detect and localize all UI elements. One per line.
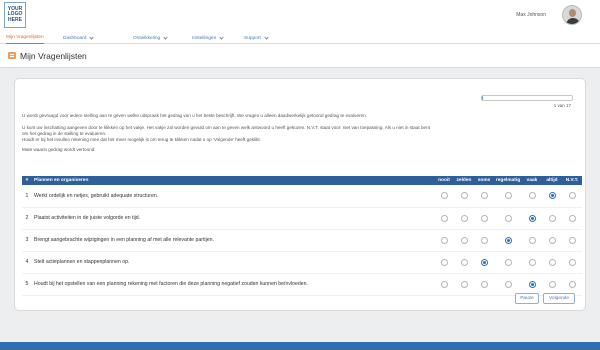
question-number: 3	[22, 229, 32, 252]
instruction-text: U wordt gevraagd voor iedere stelling aa…	[22, 113, 367, 118]
nav-item-label: Dashboard	[63, 35, 87, 41]
question-row: 3 Brengt aangebrachte wijzigingen in een…	[22, 229, 582, 252]
radio-zelden[interactable]	[460, 280, 468, 288]
radio-regelmatig[interactable]	[504, 192, 512, 200]
radio-altijd[interactable]	[548, 214, 556, 222]
column-header-section: Plannen en organiseren	[32, 176, 434, 185]
question-text: Houdt bij het opstellen van een planning…	[32, 273, 434, 296]
radio-regelmatig[interactable]	[504, 236, 512, 244]
questionnaire-table: # Plannen en organiseren nooit zelden so…	[22, 176, 582, 296]
radio-vaak[interactable]	[528, 280, 536, 288]
radio-vaak[interactable]	[528, 236, 536, 244]
radio-altijd[interactable]	[548, 236, 556, 244]
progress-label: 1 van 17	[553, 103, 571, 108]
nav-item-label: Ontwikkeling	[133, 35, 161, 41]
column-header-soms: soms	[474, 176, 494, 185]
radio-nvt[interactable]	[568, 258, 576, 266]
question-text: Stelt actieplannen en stappenplannen op.	[32, 251, 434, 274]
questionnaire-card: 1 van 17 U wordt gevraagd voor iedere st…	[14, 78, 586, 311]
top-bar: YOUR LOGO HERE Max Johnson	[0, 0, 600, 32]
radio-soms[interactable]	[480, 258, 488, 266]
question-row: 1 Werkt ordelijk en netjes, gebruikt ade…	[22, 185, 582, 208]
radio-zelden[interactable]	[460, 236, 468, 244]
question-number: 1	[22, 185, 32, 208]
nav-item-label: Instellingen	[192, 35, 217, 41]
question-row: 5 Houdt bij het opstellen van een planni…	[22, 273, 582, 296]
radio-altijd[interactable]	[548, 192, 556, 200]
radio-soms[interactable]	[480, 192, 488, 200]
question-text: Plaatst activiteiten in de juiste volgor…	[32, 207, 434, 230]
column-header-zelden: zelden	[454, 176, 474, 185]
chevron-down-icon	[89, 34, 95, 40]
progress-fill	[482, 96, 483, 100]
question-text: Werkt ordelijk en netjes, gebruikt adequ…	[32, 185, 434, 208]
question-row: 2 Plaatst activiteiten in de juiste volg…	[22, 207, 582, 230]
radio-nooit[interactable]	[440, 214, 448, 222]
nav-item-label: Support	[244, 35, 261, 41]
column-header-number: #	[22, 176, 32, 185]
radio-vaak[interactable]	[528, 192, 536, 200]
radio-regelmatig[interactable]	[504, 214, 512, 222]
company-logo[interactable]: YOUR LOGO HERE	[4, 2, 26, 28]
footer-bar	[0, 342, 600, 350]
questionnaire-icon	[8, 52, 16, 59]
chevron-down-icon	[219, 34, 224, 40]
radio-nvt[interactable]	[568, 236, 576, 244]
question-number: 5	[22, 273, 32, 296]
column-header-vaak: vaak	[522, 176, 542, 185]
radio-soms[interactable]	[480, 236, 488, 244]
nav-item-ontwikkeling[interactable]: Ontwikkeling	[133, 32, 168, 44]
question-number: 2	[22, 207, 32, 230]
radio-nooit[interactable]	[440, 192, 448, 200]
chevron-down-icon	[264, 34, 269, 40]
radio-regelmatig[interactable]	[504, 258, 512, 266]
radio-vaak[interactable]	[528, 258, 536, 266]
nav-item-instellingen[interactable]: Instellingen	[192, 32, 224, 44]
question-row: 4 Stelt actieplannen en stappenplannen o…	[22, 251, 582, 274]
nav-item-label: Mijn Vragenlijsten	[6, 35, 44, 40]
question-number: 4	[22, 251, 32, 274]
radio-altijd[interactable]	[548, 258, 556, 266]
radio-nooit[interactable]	[440, 236, 448, 244]
nav-item-mijn-vragenlijsten[interactable]: Mijn Vragenlijsten	[6, 32, 44, 44]
instruction-text: Mate waarin gedrag wordt vertoond:	[22, 147, 96, 152]
radio-nooit[interactable]	[440, 280, 448, 288]
radio-nvt[interactable]	[568, 192, 576, 200]
radio-soms[interactable]	[480, 280, 488, 288]
column-header-nooit: nooit	[434, 176, 454, 185]
radio-zelden[interactable]	[460, 214, 468, 222]
nav-item-support[interactable]: Support	[244, 32, 269, 44]
column-header-nvt: N.V.T.	[562, 176, 582, 185]
column-header-regelmatig: regelmatig	[494, 176, 522, 185]
user-name[interactable]: Max Johnson	[516, 12, 546, 18]
column-header-altijd: altijd	[542, 176, 562, 185]
page-title: Mijn Vragenlijsten	[20, 51, 87, 61]
radio-soms[interactable]	[480, 214, 488, 222]
instruction-text: Houdt er bij het invullen rekening mee d…	[22, 137, 261, 142]
chevron-down-icon	[163, 34, 168, 40]
page-header: Mijn Vragenlijsten	[0, 44, 600, 68]
radio-zelden[interactable]	[460, 258, 468, 266]
table-header-row: # Plannen en organiseren nooit zelden so…	[22, 176, 582, 185]
pause-button[interactable]: Pauze	[515, 293, 539, 304]
radio-nooit[interactable]	[440, 258, 448, 266]
nav-item-dashboard[interactable]: Dashboard	[63, 32, 95, 44]
progress-bar	[481, 95, 573, 101]
radio-zelden[interactable]	[460, 192, 468, 200]
user-menu[interactable]: Max Johnson	[516, 5, 582, 25]
radio-vaak[interactable]	[528, 214, 536, 222]
main-nav: Mijn Vragenlijsten Dashboard Ontwikkelin…	[0, 32, 600, 44]
radio-regelmatig[interactable]	[504, 280, 512, 288]
radio-nvt[interactable]	[568, 280, 576, 288]
radio-altijd[interactable]	[548, 280, 556, 288]
user-avatar[interactable]	[562, 5, 582, 25]
question-text: Brengt aangebrachte wijzigingen in een p…	[32, 229, 434, 252]
logo-text: YOUR LOGO HERE	[7, 5, 23, 23]
next-button[interactable]: Volgende	[543, 293, 575, 304]
radio-nvt[interactable]	[568, 214, 576, 222]
